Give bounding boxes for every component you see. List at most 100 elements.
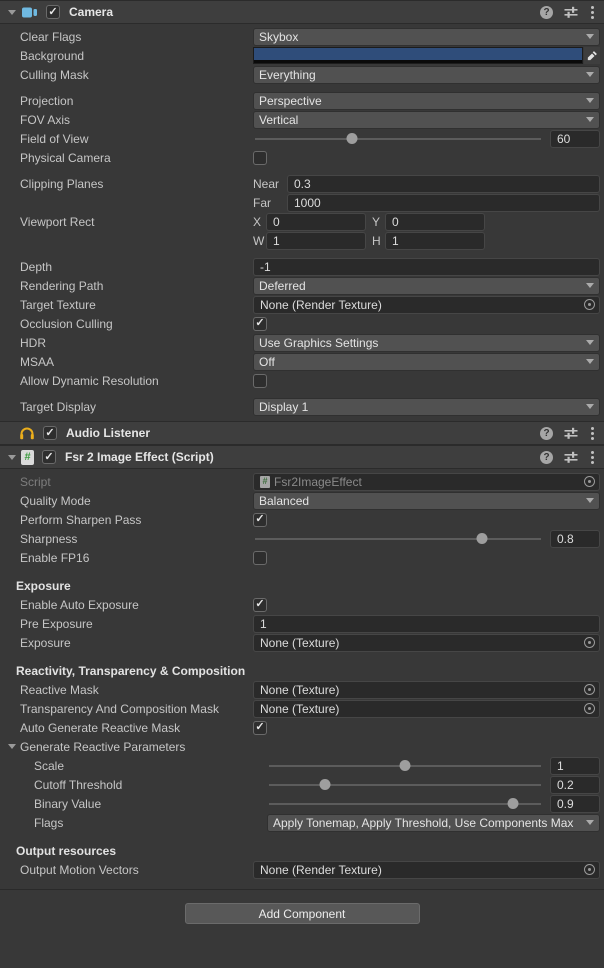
fsr2-component-body: Script # Fsr2ImageEffect Quality Mode Ba…: [0, 469, 604, 884]
physical-camera-label: Physical Camera: [0, 151, 253, 165]
h-label: H: [372, 234, 385, 248]
slider-track: [255, 138, 541, 140]
cutoff-threshold-label: Cutoff Threshold: [0, 778, 267, 792]
slider-thumb[interactable]: [346, 133, 357, 144]
enable-fp16-row: Enable FP16: [0, 549, 600, 566]
clear-flags-label: Clear Flags: [0, 30, 253, 44]
field-of-view-slider[interactable]: [253, 130, 543, 147]
viewport-rect-label: Viewport Rect: [0, 215, 253, 229]
headphones-icon: [19, 426, 35, 440]
kebab-menu-icon[interactable]: [589, 426, 596, 441]
perform-sharpen-pass-label: Perform Sharpen Pass: [0, 513, 253, 527]
foldout-expanded-icon[interactable]: [8, 10, 16, 15]
scale-value[interactable]: 1: [550, 757, 600, 775]
object-picker-icon[interactable]: [584, 476, 595, 487]
help-icon[interactable]: ?: [540, 427, 553, 440]
kebab-menu-icon[interactable]: [589, 450, 596, 465]
physical-camera-checkbox[interactable]: [253, 151, 267, 165]
hdr-label: HDR: [0, 336, 253, 350]
kebab-menu-icon[interactable]: [589, 5, 596, 20]
exposure-object-field[interactable]: None (Texture): [253, 634, 600, 652]
background-label: Background: [0, 49, 253, 63]
cutoff-threshold-slider[interactable]: [267, 776, 543, 793]
presets-icon[interactable]: [564, 451, 578, 463]
audio-listener-enabled-checkbox[interactable]: [43, 426, 57, 440]
camera-enabled-checkbox[interactable]: [46, 5, 60, 19]
viewport-x-input[interactable]: 0: [266, 213, 366, 231]
near-input[interactable]: 0.3: [287, 175, 600, 193]
quality-mode-dropdown[interactable]: Balanced: [253, 492, 600, 510]
help-icon[interactable]: ?: [540, 451, 553, 464]
object-picker-icon[interactable]: [584, 637, 595, 648]
perform-sharpen-pass-checkbox[interactable]: [253, 513, 267, 527]
sharpness-value[interactable]: 0.8: [550, 530, 600, 548]
fov-axis-dropdown[interactable]: Vertical: [253, 111, 600, 129]
flags-dropdown[interactable]: Apply Tonemap, Apply Threshold, Use Comp…: [267, 814, 600, 832]
rendering-path-dropdown[interactable]: Deferred: [253, 277, 600, 295]
field-of-view-label: Field of View: [0, 132, 253, 146]
target-display-dropdown[interactable]: Display 1: [253, 398, 600, 416]
pre-exposure-input[interactable]: 1: [253, 615, 600, 633]
generate-reactive-parameters-foldout[interactable]: Generate Reactive Parameters: [0, 738, 600, 755]
enable-auto-exposure-label: Enable Auto Exposure: [0, 598, 253, 612]
binary-value-slider[interactable]: [267, 795, 543, 812]
object-picker-icon[interactable]: [584, 299, 595, 310]
enable-fp16-checkbox[interactable]: [253, 551, 267, 565]
occlusion-culling-row: Occlusion Culling: [0, 315, 600, 332]
background-color-swatch[interactable]: [253, 47, 583, 64]
quality-mode-label: Quality Mode: [0, 494, 253, 508]
clear-flags-dropdown[interactable]: Skybox: [253, 28, 600, 46]
audio-listener-component-header: Audio Listener ?: [0, 421, 604, 445]
scale-slider[interactable]: [267, 757, 543, 774]
cutoff-threshold-value[interactable]: 0.2: [550, 776, 600, 794]
target-display-row: Target Display Display 1: [0, 398, 600, 415]
hdr-dropdown[interactable]: Use Graphics Settings: [253, 334, 600, 352]
object-picker-icon[interactable]: [584, 864, 595, 875]
culling-mask-dropdown[interactable]: Everything: [253, 66, 600, 84]
sharpness-slider[interactable]: [253, 530, 543, 547]
eyedropper-icon[interactable]: [584, 47, 600, 64]
viewport-w-input[interactable]: 1: [266, 232, 366, 250]
viewport-h-input[interactable]: 1: [385, 232, 485, 250]
sharpness-label: Sharpness: [0, 532, 253, 546]
slider-track: [269, 784, 541, 786]
fsr2-enabled-checkbox[interactable]: [42, 450, 56, 464]
allow-dynamic-resolution-checkbox[interactable]: [253, 374, 267, 388]
far-input[interactable]: 1000: [287, 194, 600, 212]
binary-value-value[interactable]: 0.9: [550, 795, 600, 813]
help-icon[interactable]: ?: [540, 6, 553, 19]
camera-component-header: Camera ?: [0, 0, 604, 24]
allow-dynamic-resolution-row: Allow Dynamic Resolution: [0, 372, 600, 389]
presets-icon[interactable]: [564, 6, 578, 18]
enable-auto-exposure-checkbox[interactable]: [253, 598, 267, 612]
depth-input[interactable]: -1: [253, 258, 600, 276]
msaa-dropdown[interactable]: Off: [253, 353, 600, 371]
slider-thumb[interactable]: [319, 779, 330, 790]
occlusion-culling-checkbox[interactable]: [253, 317, 267, 331]
reactive-mask-object-field[interactable]: None (Texture): [253, 681, 600, 699]
cutoff-threshold-row: Cutoff Threshold 0.2: [0, 776, 600, 793]
chevron-down-icon: [586, 34, 594, 39]
reactive-mask-row: Reactive Mask None (Texture): [0, 681, 600, 698]
auto-generate-reactive-mask-checkbox[interactable]: [253, 721, 267, 735]
object-picker-icon[interactable]: [584, 703, 595, 714]
allow-dynamic-resolution-label: Allow Dynamic Resolution: [0, 374, 253, 388]
slider-thumb[interactable]: [400, 760, 411, 771]
foldout-expanded-icon[interactable]: [8, 455, 16, 460]
output-resources-section-header: Output resources: [0, 842, 600, 859]
target-texture-label: Target Texture: [0, 298, 253, 312]
script-object-field[interactable]: # Fsr2ImageEffect: [253, 473, 600, 491]
culling-mask-label: Culling Mask: [0, 68, 253, 82]
camera-component-body: Clear Flags Skybox Background Culling Ma…: [0, 24, 604, 421]
slider-thumb[interactable]: [477, 533, 488, 544]
target-texture-object-field[interactable]: None (Render Texture): [253, 296, 600, 314]
slider-thumb[interactable]: [507, 798, 518, 809]
object-picker-icon[interactable]: [584, 684, 595, 695]
projection-dropdown[interactable]: Perspective: [253, 92, 600, 110]
viewport-y-input[interactable]: 0: [385, 213, 485, 231]
transparency-mask-object-field[interactable]: None (Texture): [253, 700, 600, 718]
output-motion-vectors-object-field[interactable]: None (Render Texture): [253, 861, 600, 879]
presets-icon[interactable]: [564, 427, 578, 439]
field-of-view-value[interactable]: 60: [550, 130, 600, 148]
add-component-button[interactable]: Add Component: [185, 903, 420, 924]
